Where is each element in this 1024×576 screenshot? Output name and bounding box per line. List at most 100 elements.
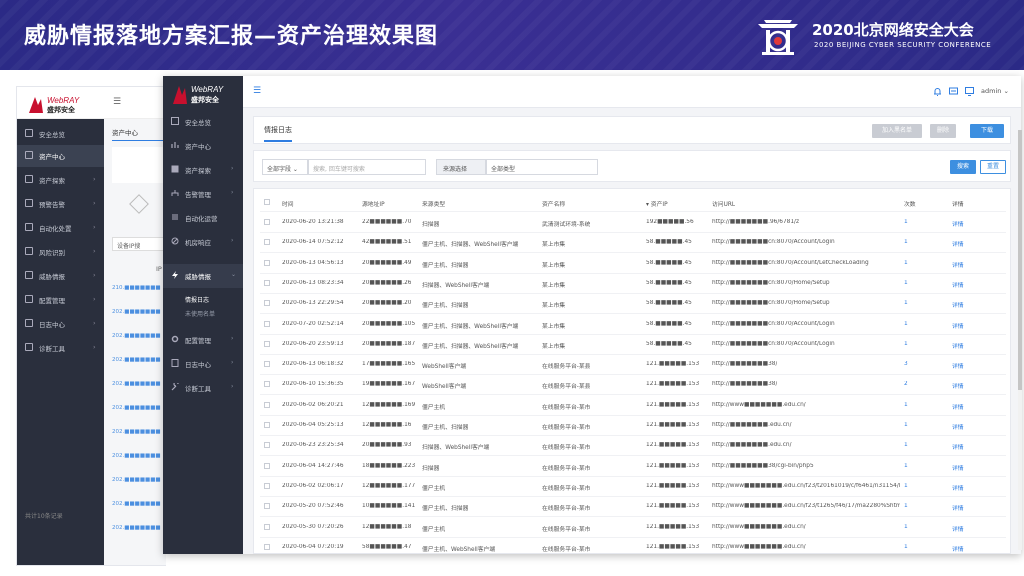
back-nav-item[interactable]: 自动化处置 › xyxy=(17,217,104,239)
back-nav-item[interactable]: 安全总览 xyxy=(17,123,104,145)
back-nav-item[interactable]: 配置管理 › xyxy=(17,289,104,311)
col-asset-name[interactable]: 资产名称 xyxy=(542,199,565,208)
menu-toggle-icon[interactable]: ☰ xyxy=(113,97,121,107)
row-checkbox[interactable] xyxy=(264,381,270,388)
scrollbar-thumb[interactable] xyxy=(1018,130,1022,390)
col-source-ip[interactable]: 源地址IP xyxy=(362,199,385,208)
detail-link[interactable]: 详情 xyxy=(952,544,964,553)
row-checkbox[interactable] xyxy=(264,239,270,246)
col-time[interactable]: 时间 xyxy=(282,199,294,208)
message-icon[interactable] xyxy=(949,87,958,96)
cell-source-ip: 20■■■■■■.105 xyxy=(362,320,416,327)
back-tab[interactable]: 资产中心 xyxy=(112,127,164,141)
detail-link[interactable]: 详情 xyxy=(952,260,964,269)
back-nav-item[interactable]: 诊断工具 › xyxy=(17,337,104,359)
back-row-ip[interactable]: 202.■■■■■■■ xyxy=(112,381,166,387)
row-checkbox[interactable] xyxy=(264,361,270,368)
type-select[interactable]: 全部类型 xyxy=(486,159,598,175)
back-row-ip[interactable]: 202.■■■■■■■ xyxy=(112,453,166,459)
reset-button[interactable]: 重置 xyxy=(980,160,1006,174)
sidebar-item-response[interactable]: 机房响应 › xyxy=(163,230,243,254)
back-nav-item[interactable]: 资产探索 › xyxy=(17,169,104,191)
sidebar-item-config[interactable]: 配置管理 › xyxy=(163,328,243,352)
detail-link[interactable]: 详情 xyxy=(952,361,964,370)
row-checkbox[interactable] xyxy=(264,422,270,428)
detail-link[interactable]: 详情 xyxy=(952,524,964,533)
detail-link[interactable]: 详情 xyxy=(952,422,964,431)
row-checkbox[interactable] xyxy=(264,543,270,550)
cell-asset-name: 某上市集 xyxy=(542,262,566,269)
detail-link[interactable]: 详情 xyxy=(952,341,964,350)
search-input[interactable]: 搜索, 回车键可搜索 xyxy=(308,159,426,175)
back-nav-item-active[interactable]: 资产中心 xyxy=(17,145,104,167)
sidebar-item-logs[interactable]: 日志中心 › xyxy=(163,352,243,376)
back-nav-item[interactable]: 预警告警 › xyxy=(17,193,104,215)
field-select[interactable]: 全部字段 ⌄ xyxy=(262,159,308,175)
cell-count: 1 xyxy=(904,259,908,266)
cell-time: 2020-06-23 23:25:34 xyxy=(282,442,344,449)
sidebar-item-discovery[interactable]: 资产探索 › xyxy=(163,158,243,182)
row-checkbox[interactable] xyxy=(264,401,270,408)
col-count[interactable]: 次数 xyxy=(904,199,916,208)
col-url[interactable]: 访问URL xyxy=(712,199,735,208)
back-filter-select[interactable]: 设备IP搜 xyxy=(112,237,166,251)
select-all-checkbox[interactable] xyxy=(264,199,270,205)
row-checkbox[interactable] xyxy=(264,442,270,449)
back-row-ip[interactable]: 202.■■■■■■■ xyxy=(112,525,166,531)
download-button[interactable]: 下载 xyxy=(970,124,1004,138)
tab-intel-log[interactable]: 情报日志 xyxy=(264,125,292,142)
row-checkbox[interactable] xyxy=(264,320,270,327)
row-checkbox[interactable] xyxy=(264,340,270,347)
cell-asset-name: 某上市集 xyxy=(542,343,566,350)
detail-link[interactable]: 详情 xyxy=(952,463,964,472)
detail-link[interactable]: 详情 xyxy=(952,381,964,390)
back-row-ip[interactable]: 202.■■■■■■■ xyxy=(112,309,166,315)
sidebar-item-overview[interactable]: 安全总览 xyxy=(163,110,243,134)
sidebar-item-alerts[interactable]: 告警管理 › xyxy=(163,182,243,206)
add-blacklist-button[interactable]: 加入黑名单 xyxy=(872,124,922,138)
row-checkbox[interactable] xyxy=(264,462,270,469)
sidebar-item-automation[interactable]: 自动化运营 xyxy=(163,206,243,230)
row-checkbox[interactable] xyxy=(264,523,270,530)
user-menu[interactable]: admin ⌄ xyxy=(981,87,1009,95)
back-row-ip[interactable]: 202.■■■■■■■ xyxy=(112,477,166,483)
search-button[interactable]: 搜索 xyxy=(950,160,976,174)
monitor-icon[interactable] xyxy=(965,87,974,96)
row-checkbox[interactable] xyxy=(264,219,270,225)
detail-link[interactable]: 详情 xyxy=(952,483,964,492)
detail-link[interactable]: 详情 xyxy=(952,321,964,330)
cell-source-type: 僵尸主机 xyxy=(422,526,446,533)
back-row-ip[interactable]: 202.■■■■■■■ xyxy=(112,333,166,339)
col-source-type[interactable]: 来源类型 xyxy=(422,199,445,208)
sidebar-item-threat-intel[interactable]: 威胁情报 ⌄ xyxy=(163,264,243,288)
detail-link[interactable]: 详情 xyxy=(952,219,964,228)
sidebar-item-diagnostics[interactable]: 诊断工具 › xyxy=(163,376,243,400)
bell-icon[interactable] xyxy=(933,87,942,96)
delete-button[interactable]: 删除 xyxy=(930,124,956,138)
detail-link[interactable]: 详情 xyxy=(952,280,964,289)
col-asset-ip[interactable]: ▾ 资产IP xyxy=(646,199,668,208)
back-nav-item[interactable]: 日志中心 › xyxy=(17,313,104,335)
row-checkbox[interactable] xyxy=(264,503,270,510)
back-row-ip[interactable]: 202.■■■■■■■ xyxy=(112,501,166,507)
row-checkbox[interactable] xyxy=(264,482,270,489)
back-nav-item[interactable]: 风险识别 › xyxy=(17,241,104,263)
detail-link[interactable]: 详情 xyxy=(952,300,964,309)
detail-link[interactable]: 详情 xyxy=(952,239,964,248)
row-checkbox[interactable] xyxy=(264,279,270,286)
detail-link[interactable]: 详情 xyxy=(952,442,964,451)
menu-icon[interactable]: ☰ xyxy=(253,86,261,96)
back-row-ip[interactable]: 202.■■■■■■■ xyxy=(112,429,166,435)
back-nav-item[interactable]: 威胁情报 › xyxy=(17,265,104,287)
back-row-ip[interactable]: 210.■■■■■■■ xyxy=(112,285,166,291)
chevron-right-icon: › xyxy=(231,359,234,366)
row-checkbox[interactable] xyxy=(264,300,270,307)
sidebar-subitem-intel-log[interactable]: 情报日志 xyxy=(185,295,209,304)
detail-link[interactable]: 详情 xyxy=(952,503,964,512)
detail-link[interactable]: 详情 xyxy=(952,402,964,411)
sidebar-item-assets[interactable]: 资产中心 xyxy=(163,134,243,158)
back-row-ip[interactable]: 202.■■■■■■■ xyxy=(112,405,166,411)
sidebar-subitem-unused-list[interactable]: 未使用名单 xyxy=(185,309,215,318)
row-checkbox[interactable] xyxy=(264,259,270,266)
back-row-ip[interactable]: 202.■■■■■■■ xyxy=(112,357,166,363)
